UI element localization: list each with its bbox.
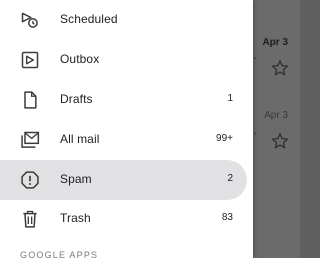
drawer-item-label: All mail (60, 132, 100, 146)
drawer-item-label: Outbox (60, 52, 100, 66)
drafts-icon (20, 90, 40, 110)
trash-icon (20, 209, 40, 229)
drawer-item-scheduled[interactable]: Scheduled (0, 0, 247, 40)
drawer-item-count: 83 (221, 212, 233, 223)
section-header-google-apps: GOOGLE APPS (20, 250, 99, 258)
outbox-icon (20, 50, 40, 70)
drawer-item-spam[interactable]: Spam 2 (0, 160, 247, 200)
star-icon (271, 132, 289, 149)
drawer-item-label: Drafts (60, 92, 93, 106)
navigation-drawer: Scheduled Outbox Drafts 1 All mail 99+ S… (0, 0, 253, 258)
scheduled-icon (20, 10, 40, 30)
email-date: Apr 3 (262, 37, 288, 48)
drawer-item-trash[interactable]: Trash 83 (0, 199, 247, 239)
drawer-item-all-mail[interactable]: All mail 99+ (0, 120, 247, 160)
drawer-item-count: 99+ (216, 133, 233, 144)
spam-icon (20, 170, 40, 190)
email-date: Apr 3 (264, 110, 288, 121)
drawer-item-label: Scheduled (60, 12, 118, 26)
drawer-item-outbox[interactable]: Outbox (0, 40, 247, 80)
drawer-item-label: Spam (60, 172, 92, 186)
all-mail-icon (20, 130, 40, 150)
drawer-item-count: 1 (227, 93, 233, 104)
drawer-item-drafts[interactable]: Drafts 1 (0, 80, 247, 120)
star-icon (271, 59, 289, 76)
drawer-item-label: Trash (60, 211, 91, 225)
drawer-item-count: 2 (227, 173, 233, 184)
